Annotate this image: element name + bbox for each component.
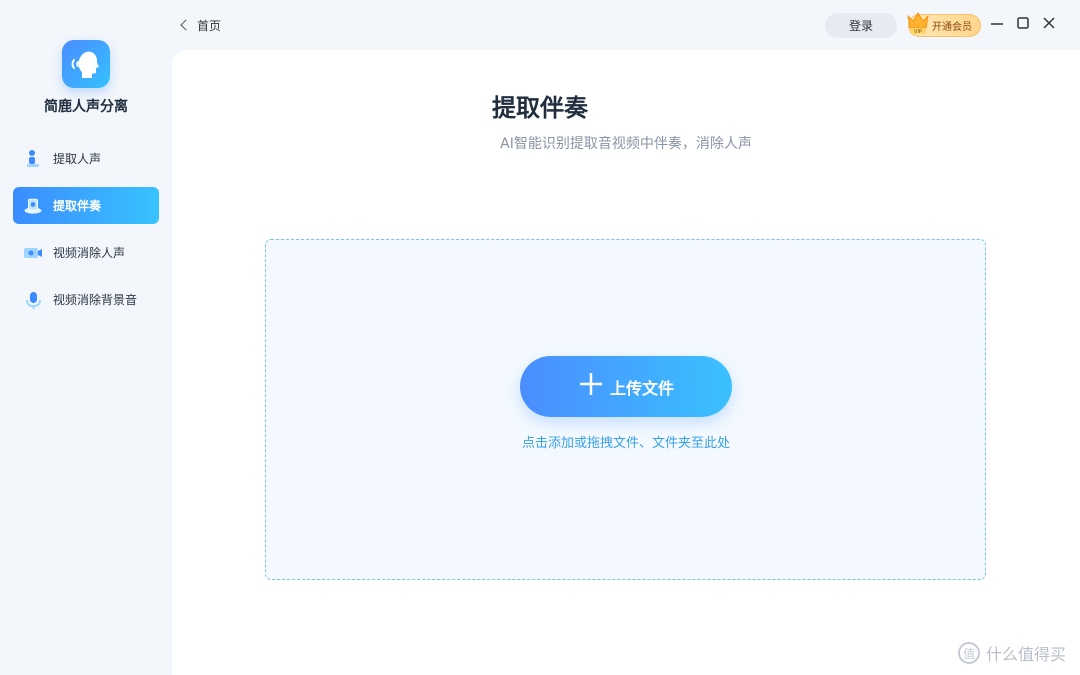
watermark: 值 什么值得买 bbox=[957, 641, 1066, 665]
chevron-left-icon bbox=[180, 19, 192, 31]
login-button[interactable]: 登录 bbox=[825, 13, 897, 38]
accompany-icon bbox=[23, 196, 43, 216]
sidebar-item-label: 视频消除背景音 bbox=[53, 293, 138, 307]
sidebar-item-label: 提取伴奏 bbox=[53, 199, 102, 213]
watermark-logo-icon: 值 bbox=[957, 642, 980, 664]
vip-label: 开通会员 bbox=[932, 22, 972, 33]
upload-hint: 点击添加或拖拽文件、文件夹至此处 bbox=[521, 436, 730, 451]
upload-file-button[interactable]: 上传文件 bbox=[520, 356, 732, 417]
sidebar-item-video-remove-background[interactable]: 视频消除背景音 bbox=[13, 281, 159, 318]
maximize-button[interactable] bbox=[1015, 15, 1031, 31]
page-title: 提取伴奏 bbox=[492, 94, 588, 122]
minimize-button[interactable] bbox=[989, 15, 1005, 31]
sidebar-item-label: 视频消除人声 bbox=[53, 246, 126, 260]
close-button[interactable] bbox=[1041, 15, 1057, 31]
crown-icon: VIP bbox=[906, 10, 930, 36]
watermark-text: 什么值得买 bbox=[985, 645, 1066, 664]
sidebar-item-extract-vocals[interactable]: 提取人声 bbox=[13, 140, 159, 177]
plus-icon bbox=[578, 371, 604, 403]
svg-text:VIP: VIP bbox=[914, 29, 922, 35]
minimize-icon bbox=[991, 23, 1003, 25]
back-button[interactable]: 首页 bbox=[176, 14, 221, 36]
back-label: 首页 bbox=[197, 18, 222, 33]
sidebar-item-video-remove-vocals[interactable]: 视频消除人声 bbox=[13, 234, 159, 271]
maximize-icon bbox=[1017, 17, 1029, 29]
microphone-person-icon bbox=[23, 149, 43, 169]
video-mute-icon bbox=[23, 243, 43, 263]
sidebar-item-label: 提取人声 bbox=[53, 152, 102, 166]
page-subtitle: AI智能识别提取音视频中伴奏，消除人声 bbox=[500, 136, 752, 152]
sidebar-item-extract-accompaniment[interactable]: 提取伴奏 bbox=[13, 187, 159, 224]
upload-label: 上传文件 bbox=[609, 378, 674, 398]
app-logo bbox=[62, 40, 110, 88]
video-bg-mute-icon bbox=[23, 290, 43, 310]
close-icon bbox=[1043, 17, 1055, 29]
